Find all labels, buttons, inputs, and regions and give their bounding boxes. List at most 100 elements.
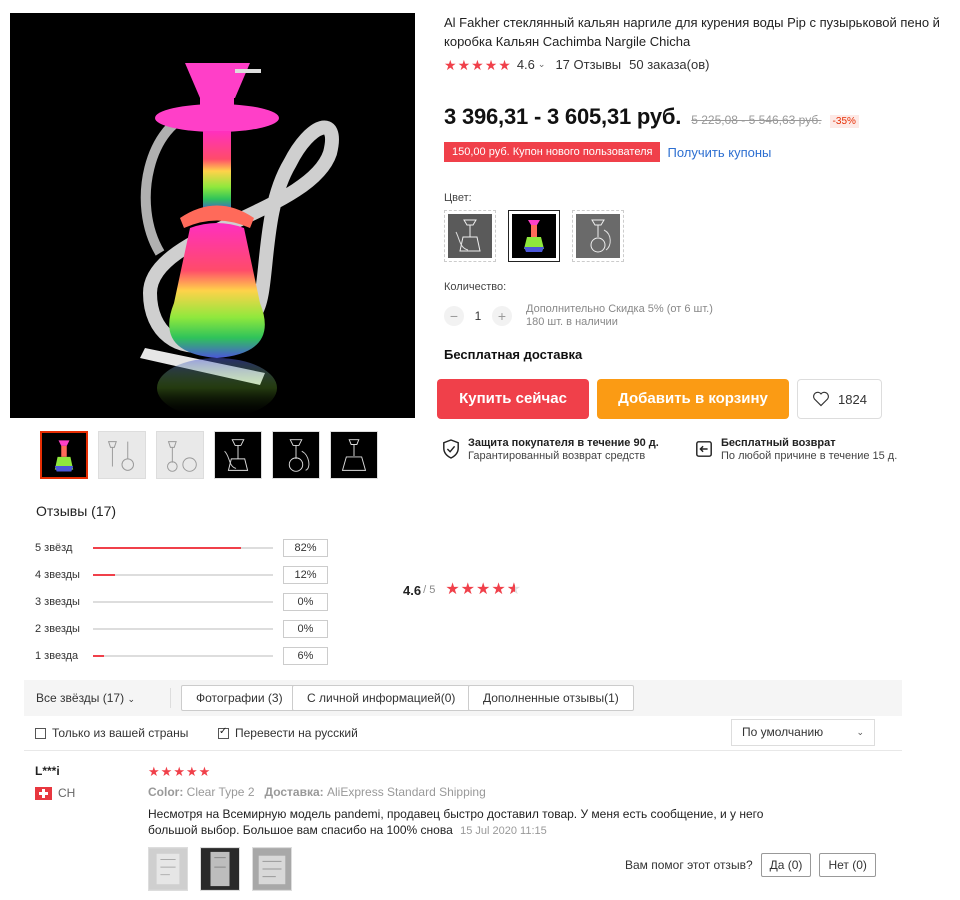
rating-value[interactable]: 4.6	[517, 57, 535, 72]
rating-row-4[interactable]: 4 звезды 12%	[35, 561, 328, 588]
rating-stars: ★ ★ ★ ★ ★	[444, 58, 511, 72]
review-date: 15 Jul 2020 11:15	[460, 825, 547, 837]
reviewer-country: CH	[35, 786, 75, 800]
rating-row-label: 2 звезды	[35, 622, 80, 635]
wishlist-button[interactable]: 1824	[797, 379, 882, 419]
thumbnail-strip	[40, 431, 378, 479]
star-icon: ★	[185, 764, 198, 779]
checkbox-icon[interactable]	[35, 727, 46, 739]
quantity-stepper: − 1 + Дополнительно Скидка 5% (от 6 шт.)…	[444, 303, 713, 329]
thumbnail-4[interactable]	[214, 431, 262, 479]
rating-distribution: 5 звёзд 82% 4 звезды 12% 3 звезды 0% 2 з…	[35, 534, 328, 669]
quantity-input[interactable]: 1	[464, 309, 492, 323]
filter-photos-button[interactable]: Фотографии (3)	[181, 685, 298, 711]
add-to-cart-button[interactable]: Добавить в корзину	[597, 379, 789, 419]
quantity-label: Количество:	[444, 281, 507, 293]
buyer-protection: Защита покупателя в течение 90 д. Гарант…	[442, 437, 659, 463]
all-stars-label: Все звёзды (17)	[36, 691, 125, 705]
thumbnail-1[interactable]	[40, 431, 88, 479]
average-stars: ★ ★ ★ ★ ★ ★	[445, 582, 521, 598]
rating-percent: 6%	[283, 646, 328, 665]
rating-percent: 12%	[283, 565, 328, 584]
color-option-rainbow[interactable]	[508, 210, 560, 262]
color-meta-label: Color:	[148, 785, 184, 799]
coupon-block: 150,00 руб. Купон нового пользователя По…	[444, 142, 771, 162]
price-block: 3 396,31 - 3 605,31 руб. 5 225,08 - 5 54…	[444, 104, 859, 130]
review-text: Несмотря на Всемирную модель pandemi, пр…	[148, 806, 798, 839]
protection-subtitle: Гарантированный возврат средств	[468, 450, 646, 462]
rating-bar	[93, 546, 273, 549]
helpful-block: Вам помог этот отзыв? Да (0) Нет (0)	[625, 853, 876, 877]
get-coupons-link[interactable]: Получить купоны	[667, 145, 771, 160]
new-user-coupon[interactable]: 150,00 руб. Купон нового пользователя	[444, 142, 661, 162]
thumbnail-5[interactable]	[272, 431, 320, 479]
star-icon: ★	[460, 581, 475, 598]
helpful-no-button[interactable]: Нет (0)	[819, 853, 876, 877]
decrease-quantity-button[interactable]: −	[444, 306, 464, 326]
chevron-down-icon: ⌄	[856, 727, 864, 737]
all-stars-dropdown[interactable]: Все звёзды (17) ⌄	[36, 691, 135, 705]
star-icon: ★	[457, 56, 471, 73]
color-option-clear-2[interactable]	[572, 210, 624, 262]
filter-personal-button[interactable]: С личной информацией(0)	[292, 685, 471, 711]
divider	[170, 688, 171, 708]
shipping-meta-label: Доставка:	[264, 785, 324, 799]
review-photo[interactable]	[252, 847, 292, 891]
rating-row-2[interactable]: 2 звезды 0%	[35, 615, 328, 642]
star-icon: ★	[476, 581, 491, 598]
rating-row-1[interactable]: 1 звезда 6%	[35, 642, 328, 669]
wishlist-count: 1824	[838, 391, 867, 407]
only-country-checkbox[interactable]: Только из вашей страны	[35, 726, 188, 740]
rating-percent: 0%	[283, 592, 328, 611]
star-icon: ★	[173, 764, 185, 779]
color-options	[444, 210, 624, 262]
filter-additional-button[interactable]: Дополненные отзывы(1)	[468, 685, 634, 711]
heart-icon	[813, 391, 829, 407]
rating-bar	[93, 627, 273, 630]
color-meta-value: Clear Type 2	[186, 785, 255, 799]
shipping-meta-value: AliExpress Standard Shipping	[327, 785, 486, 799]
checkbox-checked-icon[interactable]	[218, 726, 229, 739]
star-icon: ★	[198, 764, 211, 779]
reviewer-name: L***i	[35, 764, 60, 778]
thumbnail-6[interactable]	[330, 431, 378, 479]
reviews-count-link[interactable]: 17 Отзывы	[555, 57, 621, 72]
main-product-image[interactable]	[10, 13, 415, 418]
helpful-question: Вам помог этот отзыв?	[625, 858, 753, 872]
review-body: Несмотря на Всемирную модель pandemi, пр…	[148, 807, 764, 837]
free-shipping-label: Бесплатная доставка	[444, 347, 583, 362]
only-country-label: Только из вашей страны	[52, 726, 189, 740]
thumbnail-2[interactable]	[98, 431, 146, 479]
rating-row-3[interactable]: 3 звезды 0%	[35, 588, 328, 615]
buy-now-button[interactable]: Купить сейчас	[437, 379, 589, 419]
sort-select[interactable]: По умолчанию ⌄	[731, 719, 875, 746]
rating-bar-fill	[93, 573, 115, 576]
review-meta: Color: Clear Type 2 Доставка: AliExpress…	[148, 785, 486, 799]
rating-bar	[93, 573, 273, 576]
return-subtitle: По любой причине в течение 15 д.	[721, 450, 898, 462]
half-star-icon: ★ ★	[506, 581, 522, 598]
increase-quantity-button[interactable]: +	[492, 306, 512, 326]
star-icon: ★	[160, 764, 173, 779]
chevron-down-icon: ⌄	[127, 694, 135, 704]
review-photo[interactable]	[148, 847, 188, 891]
review-photo[interactable]	[200, 847, 240, 891]
average-rating-value: 4.6	[403, 582, 422, 598]
color-option-clear-1[interactable]	[444, 210, 496, 262]
chevron-down-icon[interactable]: ⌄	[538, 59, 546, 70]
translate-checkbox[interactable]: Перевести на русский	[218, 726, 358, 740]
star-icon: ★	[148, 764, 160, 779]
rating-row-5[interactable]: 5 звёзд 82%	[35, 534, 328, 561]
helpful-yes-button[interactable]: Да (0)	[760, 853, 812, 877]
review-photos	[148, 847, 292, 891]
quantity-info: Дополнительно Скидка 5% (от 6 шт.) 180 ш…	[526, 303, 713, 329]
rating-summary: ★ ★ ★ ★ ★ 4.6 ⌄ 17 Отзывы 50 заказа(ов)	[444, 57, 709, 72]
rating-row-label: 1 звезда	[35, 649, 79, 662]
star-icon: ★	[484, 56, 498, 73]
product-title: Al Fakher стеклянный кальян наргиле для …	[444, 15, 940, 49]
color-label: Цвет:	[444, 192, 472, 204]
rating-row-label: 4 звезды	[35, 568, 80, 581]
thumbnail-3[interactable]	[156, 431, 204, 479]
divider	[24, 750, 902, 751]
swiss-flag-icon	[35, 786, 52, 800]
